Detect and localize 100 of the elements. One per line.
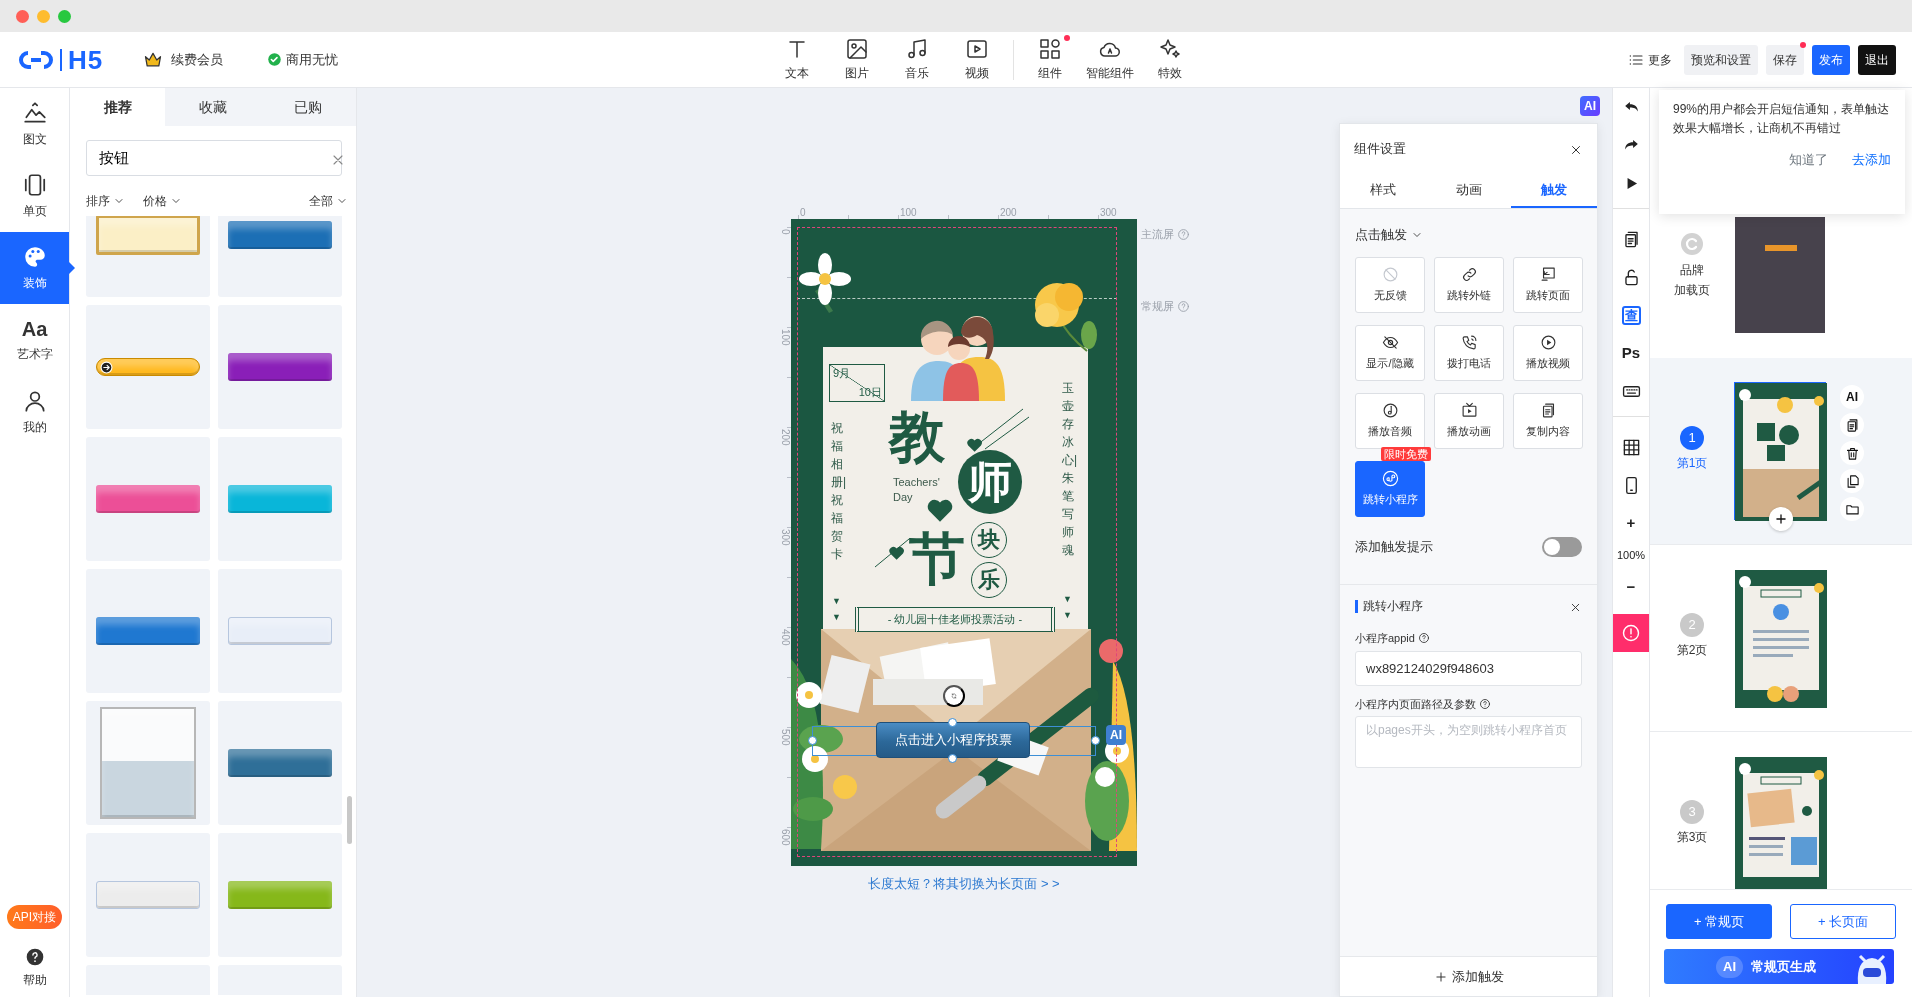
zoom-level: 100% — [1615, 547, 1647, 563]
add-trigger-button[interactable]: 添加触发 — [1340, 956, 1597, 996]
library-tab[interactable]: 收藏 — [165, 88, 261, 126]
add-page-button[interactable]: + 长页面 — [1790, 904, 1896, 939]
trigger-dropdown[interactable]: 点击触发 — [1355, 225, 1423, 245]
search-field[interactable]: 按钮 — [86, 140, 342, 176]
toolbar-button[interactable]: 预览和设置 — [1684, 44, 1758, 75]
tool-glyph-button[interactable]: − — [1613, 568, 1649, 606]
style-tile[interactable] — [86, 305, 210, 429]
toolbar-button[interactable]: 保存 — [1766, 44, 1804, 75]
ruler-label: 0 — [780, 229, 790, 235]
filter-dropdown[interactable]: 全部 — [309, 192, 348, 210]
ai-button[interactable]: AI — [1840, 385, 1864, 409]
ruler-label: 200 — [780, 429, 790, 446]
vertical-text: 祝福相册|祝福贺卡 — [831, 420, 843, 563]
dismiss-link[interactable]: 知道了 — [1789, 150, 1828, 172]
plus-icon — [1433, 969, 1448, 984]
help-icon — [1417, 632, 1430, 645]
duplicate-page-button[interactable] — [1840, 469, 1864, 493]
resize-handle[interactable] — [948, 754, 957, 763]
trigger-option[interactable]: 跳转小程序 — [1355, 460, 1425, 517]
add-page-button[interactable] — [1769, 507, 1793, 531]
delete-page-button[interactable] — [1840, 441, 1864, 465]
input-field[interactable]: wx892124029f948603 — [1355, 650, 1582, 686]
alert-icon — [1621, 623, 1641, 643]
ai-generate-button[interactable]: AI 常规页生成 — [1664, 949, 1894, 984]
help-icon — [24, 947, 45, 967]
style-tile[interactable] — [86, 437, 210, 561]
window-control-button[interactable] — [16, 9, 29, 23]
guide-label: 主流屏 — [1141, 227, 1174, 242]
alert-button[interactable] — [1613, 614, 1649, 652]
field-label: 小程序内页面路径及参数 — [1355, 696, 1476, 712]
scrollbar[interactable] — [347, 796, 352, 844]
ai-button[interactable]: AI — [1106, 725, 1126, 745]
style-tile[interactable] — [86, 833, 210, 957]
scan-text-icon: 查 — [1621, 305, 1641, 325]
resize-handle[interactable] — [1091, 736, 1100, 745]
page-label: 第2页 — [1676, 642, 1708, 659]
resize-handle[interactable] — [808, 736, 817, 745]
video-tool[interactable]: 视频 — [946, 37, 1007, 82]
music-tool[interactable]: 音乐 — [886, 37, 947, 82]
trigger-option[interactable]: 播放音频 — [1355, 392, 1425, 449]
switch-page-link[interactable]: 长度太短？将其切换为长页面 > > — [791, 874, 1137, 894]
trigger-option[interactable]: 显示/隐藏 — [1355, 324, 1425, 381]
toolbar-button[interactable]: 发布 — [1812, 44, 1850, 75]
image-tool[interactable]: 图片 — [826, 37, 887, 82]
tv-play-icon — [1460, 401, 1478, 419]
ai-assistant-button[interactable]: AI — [1580, 96, 1600, 116]
arrow-marks: ▼▼ — [832, 595, 841, 625]
image-icon — [844, 37, 869, 61]
move-page-button[interactable] — [1840, 497, 1864, 521]
trigger-option[interactable]: 无反馈 — [1355, 256, 1425, 313]
text-tool[interactable]: 文本 — [766, 37, 827, 82]
vertical-text: 玉壶存冰心|朱笔写师魂 — [1062, 380, 1074, 559]
ruler-label: 200 — [1000, 208, 1017, 218]
trigger-option[interactable]: 复制内容 — [1513, 392, 1583, 449]
component-tool[interactable]: 组件 — [1019, 37, 1080, 82]
commercial-use-link[interactable]: 商用无忧 — [267, 49, 339, 70]
tool-glyph-button[interactable]: Ps — [1613, 334, 1649, 372]
add-page-button[interactable]: + 常规页 — [1666, 904, 1772, 939]
style-tile[interactable] — [86, 569, 210, 693]
add-link[interactable]: 去添加 — [1852, 150, 1891, 172]
page-row[interactable]: 品牌 加载页 — [1650, 216, 1912, 358]
toggle-switch[interactable] — [1542, 536, 1582, 557]
page-label: 品牌 加载页 — [1674, 262, 1710, 300]
vote-button[interactable]: 点击进入小程序投票 — [876, 722, 1030, 758]
arrow-circle-icon — [100, 360, 113, 374]
page-row[interactable]: 1 第1页 AI — [1650, 358, 1912, 545]
style-tile[interactable] — [218, 569, 342, 693]
copy-page-button[interactable] — [1840, 413, 1864, 437]
library-tab[interactable]: 已购 — [260, 88, 356, 126]
smart-component-tool[interactable]: 智能组件 — [1079, 37, 1140, 82]
style-tile[interactable] — [218, 437, 342, 561]
trigger-option[interactable]: 播放视频 — [1513, 324, 1583, 381]
effects-tool[interactable]: 特效 — [1139, 37, 1200, 82]
ruler-label: 300 — [780, 529, 790, 546]
filter-dropdown[interactable]: 排序 — [86, 192, 125, 210]
filter-dropdown[interactable]: 价格 — [143, 192, 182, 210]
style-tile[interactable] — [218, 833, 342, 957]
trigger-option[interactable]: 播放动画 — [1434, 392, 1504, 449]
style-tile[interactable] — [86, 701, 210, 825]
renew-membership-link[interactable]: 续费会员 — [143, 49, 224, 70]
trigger-option[interactable]: 跳转页面 — [1513, 256, 1583, 313]
style-tile[interactable] — [218, 701, 342, 825]
phone-call-icon — [1460, 333, 1478, 351]
tool-glyph-button[interactable]: + — [1613, 504, 1649, 542]
prohibited-icon — [1381, 265, 1399, 283]
style-tile[interactable] — [218, 305, 342, 429]
page-jump-icon — [1539, 265, 1557, 283]
shapes-grid-icon — [1037, 37, 1062, 61]
trigger-option[interactable]: 拨打电话 — [1434, 324, 1504, 381]
ruler-label: 100 — [900, 208, 917, 218]
input-field[interactable]: 以pages开头，为空则跳转小程序首页 — [1355, 716, 1582, 768]
toolbar-button[interactable]: 退出 — [1858, 44, 1896, 75]
more-button[interactable]: 更多 — [1628, 50, 1672, 69]
trigger-option[interactable]: 跳转外链 — [1434, 256, 1504, 313]
arrow-marks: ▼▼ — [1063, 593, 1072, 623]
search-text-button[interactable]: 查 — [1613, 296, 1649, 334]
link-icon — [1460, 265, 1478, 283]
resize-handle[interactable] — [948, 718, 957, 727]
